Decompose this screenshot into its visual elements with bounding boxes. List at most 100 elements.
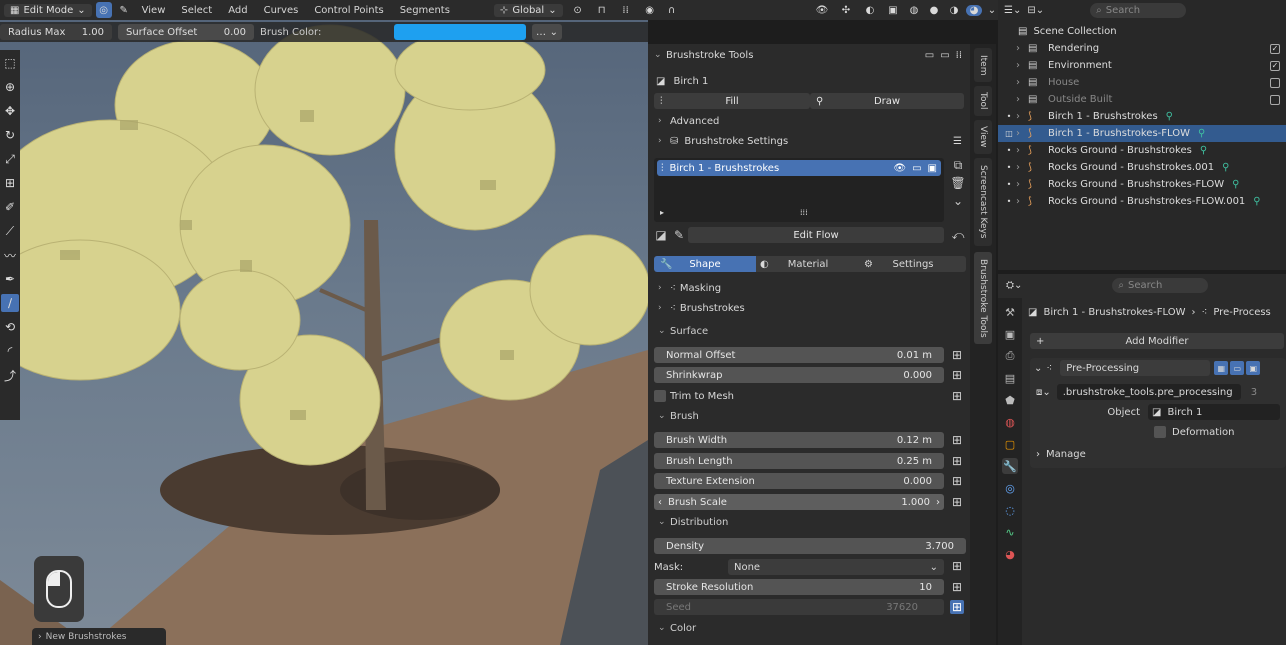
chevron-right-icon[interactable]: › xyxy=(1016,77,1028,88)
decrement-icon[interactable]: ‹ xyxy=(658,497,662,508)
keyframe-icon[interactable]: ⊞ xyxy=(950,495,964,509)
chevron-right-icon[interactable]: › xyxy=(1016,196,1028,207)
select-icon[interactable]: ◎ xyxy=(95,2,112,18)
radius-max-field[interactable]: Radius Max 1.00 xyxy=(0,24,112,40)
advanced-section[interactable]: › Advanced xyxy=(648,112,970,130)
menu-view[interactable]: View xyxy=(136,5,172,16)
solid-shading-icon[interactable]: ● xyxy=(926,5,942,16)
editmode-toggle-icon[interactable]: ▦ xyxy=(1214,361,1229,375)
menu-select[interactable]: Select xyxy=(175,5,218,16)
annotate-icon[interactable]: ✐ xyxy=(1,198,19,216)
tab-screencast-keys[interactable]: Screencast Keys xyxy=(974,158,992,246)
keyframe-icon[interactable]: ⊞ xyxy=(950,433,964,447)
visibility-icon[interactable]: 👁 xyxy=(812,5,832,16)
brush-color-swatch[interactable] xyxy=(394,24,526,40)
shrinkwrap-field[interactable]: Shrinkwrap 0.000 xyxy=(654,367,944,383)
chevron-down-icon[interactable]: ⌄ xyxy=(951,194,965,208)
cursor-icon[interactable]: ⊕ xyxy=(1,78,19,96)
particles-tab-icon[interactable]: ◎ xyxy=(1002,480,1018,496)
edit-flow-button[interactable]: Edit Flow xyxy=(688,227,944,243)
node-tree-icon[interactable]: ⧈⌄ xyxy=(1036,387,1051,398)
chevron-right-icon[interactable]: › xyxy=(1016,94,1028,105)
gizmo-icon[interactable]: ✣ xyxy=(836,5,856,16)
render-tab-icon[interactable]: ▣ xyxy=(1002,326,1018,342)
exclude-checkbox[interactable] xyxy=(1270,77,1280,88)
tab-item[interactable]: Item xyxy=(974,48,992,82)
chevron-right-icon[interactable]: › xyxy=(1016,60,1028,71)
chevron-right-icon[interactable]: › xyxy=(1016,128,1028,139)
outliner-item[interactable]: • › ⟆ Rocks Ground - Brushstrokes-FLOW ⚲ xyxy=(998,176,1286,193)
increment-icon[interactable]: › xyxy=(936,497,940,508)
keyframe-icon[interactable]: ⊞ xyxy=(950,580,964,594)
color-options-dropdown[interactable]: … ⌄ xyxy=(532,24,562,40)
pen-icon[interactable]: ✒ xyxy=(1,270,19,288)
overlay-icon[interactable]: ◐ xyxy=(860,5,880,16)
brushstroke-settings-section[interactable]: › ⛁ Brushstroke Settings ☰ xyxy=(648,132,970,150)
chevron-right-icon[interactable]: › xyxy=(1016,145,1028,156)
radius-icon[interactable]: ◜ xyxy=(1,342,19,360)
render-toggle-icon[interactable]: ▣ xyxy=(1246,361,1261,375)
tab-settings[interactable]: ⚙ Settings xyxy=(860,256,966,272)
extrude-icon[interactable]: ⤴ xyxy=(1,366,19,384)
brush-length-field[interactable]: Brush Length 0.25 m xyxy=(654,453,944,469)
tilt-icon[interactable]: ⟲ xyxy=(1,318,19,336)
tab-view[interactable]: View xyxy=(974,120,992,154)
outliner-item[interactable]: › ▤ Outside Built xyxy=(998,91,1286,108)
resize-grip-icon[interactable]: ⁞⁞⁞ xyxy=(800,208,808,217)
tab-material[interactable]: ◐ Material xyxy=(756,256,860,272)
density-field[interactable]: Density 3.700 xyxy=(654,538,966,554)
outliner-item[interactable]: › ▤ House xyxy=(998,74,1286,91)
outliner-item[interactable]: • › ⟆ Rocks Ground - Brushstrokes-FLOW.001 ⚲ xyxy=(998,193,1286,210)
operator-panel[interactable]: › New Brushstrokes xyxy=(32,628,166,645)
outliner-item[interactable]: › ▤ Rendering ✓ xyxy=(998,40,1286,57)
distribution-section[interactable]: ⌄ Distribution xyxy=(648,513,970,531)
xray-icon[interactable]: ▣ xyxy=(884,5,902,16)
modifier-tab-icon[interactable]: 🔧 xyxy=(1002,458,1018,474)
outliner-item[interactable]: ◫ › ⟆ Birch 1 - Brushstrokes-FLOW ⚲ xyxy=(998,125,1286,142)
tab-tool[interactable]: Tool xyxy=(974,86,992,116)
menu-curves[interactable]: Curves xyxy=(258,5,305,16)
tool-tab-icon[interactable]: ⚒ xyxy=(1002,304,1018,320)
viewport-3d[interactable]: › New Brushstrokes xyxy=(0,20,648,645)
scale-icon[interactable]: ⤢ xyxy=(1,150,19,168)
modifier-header[interactable]: ⌄ ⁖ Pre-Processing ▦ ▭ ▣ xyxy=(1034,360,1284,376)
eye-icon[interactable]: 👁 xyxy=(893,163,906,174)
mask-dropdown[interactable]: None ⌄ xyxy=(728,559,944,575)
panel-header[interactable]: ⌄ Brushstroke Tools ▭ ▭ ⁞⁞ xyxy=(648,46,970,64)
wireframe-shading-icon[interactable]: ◍ xyxy=(906,5,922,16)
surface-section[interactable]: ⌄ Surface xyxy=(648,322,970,340)
keyframe-icon[interactable]: ⊞ xyxy=(950,389,964,403)
brushstroke-list[interactable]: ⫶ Birch 1 - Brushstrokes 👁 ▭ ▣ ▸ ⁞⁞⁞ xyxy=(654,158,944,222)
proportional-icon[interactable]: ◉ xyxy=(641,5,659,16)
trim-checkbox[interactable] xyxy=(654,390,666,402)
pivot-icon[interactable]: ⊙ xyxy=(567,5,589,16)
outliner-item[interactable]: • › ⟆ Rocks Ground - Brushstrokes.001 ⚲ xyxy=(998,159,1286,176)
rendered-shading-icon[interactable]: ◕ xyxy=(966,4,982,16)
keyframe-icon[interactable]: ⊞ xyxy=(950,559,964,573)
scene-tab-icon[interactable]: ⬟ xyxy=(1002,392,1018,408)
output-tab-icon[interactable]: ⎙ xyxy=(1002,348,1018,364)
color-section[interactable]: ⌄ Color xyxy=(648,619,970,637)
outliner-item[interactable]: • › ⟆ Rocks Ground - Brushstrokes ⚲ xyxy=(998,142,1286,159)
camera-icon[interactable]: ▣ xyxy=(928,163,937,174)
tab-shape[interactable]: 🔧 Shape xyxy=(654,256,756,272)
select-box-icon[interactable]: ⬚ xyxy=(1,54,19,72)
object-tab-icon[interactable]: ▢ xyxy=(1002,436,1018,452)
chevron-right-icon[interactable]: › xyxy=(1016,43,1028,54)
rotate-icon[interactable]: ↻ xyxy=(1,126,19,144)
manage-section[interactable]: › Manage xyxy=(1036,446,1284,462)
list-item[interactable]: ⫶ Birch 1 - Brushstrokes 👁 ▭ ▣ xyxy=(657,160,941,176)
chevron-down-icon[interactable]: ⌄ xyxy=(986,5,998,16)
brush-width-field[interactable]: Brush Width 0.12 m xyxy=(654,432,944,448)
keyframe-icon[interactable]: ⊞ xyxy=(950,600,964,614)
snap-icon[interactable]: ⊓ xyxy=(593,5,611,16)
play-icon[interactable]: ▸ xyxy=(660,208,664,217)
exclude-checkbox[interactable]: ✓ xyxy=(1270,60,1280,71)
modifier-name-field[interactable]: Pre-Processing xyxy=(1060,360,1211,376)
view-layer-tab-icon[interactable]: ▤ xyxy=(1002,370,1018,386)
seed-field[interactable]: Seed 37620 xyxy=(654,599,944,615)
menu-add[interactable]: Add xyxy=(222,5,253,16)
deformation-checkbox[interactable] xyxy=(1154,426,1166,438)
scene-collection-row[interactable]: ▤ Scene Collection xyxy=(998,23,1286,40)
chevron-right-icon[interactable]: › xyxy=(1016,179,1028,190)
